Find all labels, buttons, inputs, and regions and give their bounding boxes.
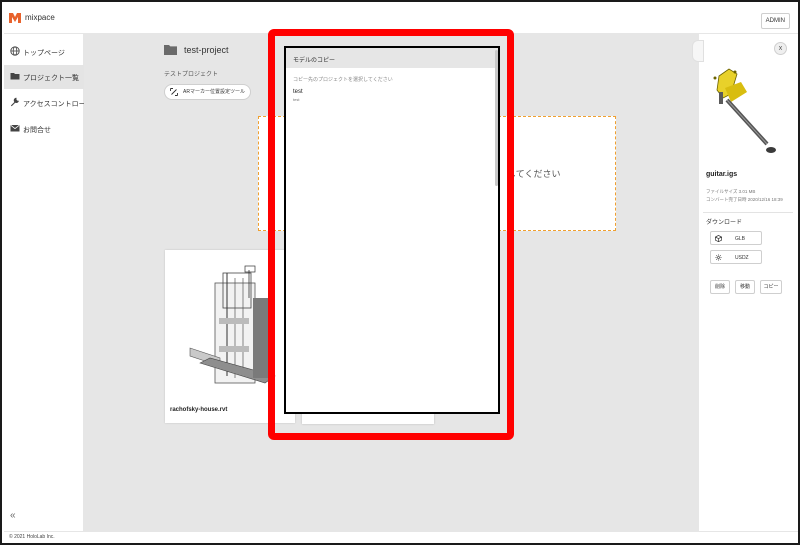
- download-usdz-label: USDZ: [735, 255, 749, 261]
- sparkle-icon: [715, 254, 722, 261]
- project-title: test-project: [184, 45, 229, 55]
- sidebar-item-access-control[interactable]: アクセスコントロール: [4, 91, 93, 115]
- collapse-sidebar-icon[interactable]: «: [10, 510, 16, 521]
- mail-icon: [10, 124, 20, 132]
- dialog-scrollbar[interactable]: [495, 50, 498, 186]
- model-detail-panel: x guitar.igs ファイルサイズ 3.01 MB コンバート完了日時 2…: [692, 34, 798, 531]
- download-usdz-button[interactable]: USDZ: [710, 250, 762, 264]
- destination-project-description: test: [293, 97, 300, 102]
- download-glb-button[interactable]: GLB: [710, 231, 762, 245]
- app-window: mixpace ADMIN トップページ プロジェクト一覧 アクセスコントロール: [0, 0, 800, 545]
- destination-project-item[interactable]: test test: [293, 89, 483, 105]
- footer: © 2021 HoloLab Inc.: [4, 531, 798, 543]
- sidebar-item-contact[interactable]: お問合せ: [4, 117, 84, 141]
- app-name: mixpace: [25, 13, 55, 22]
- ar-marker-icon: [170, 88, 178, 96]
- project-description: テストプロジェクト: [164, 72, 219, 78]
- guitar-thumbnail: [713, 68, 776, 153]
- wrench-icon: [10, 97, 19, 107]
- dialog-header: モデルのコピー: [286, 48, 498, 68]
- sidebar-item-label: プロジェクト一覧: [23, 75, 79, 82]
- sidebar-item-label: トップページ: [23, 50, 65, 57]
- mixpace-logo-icon: [9, 13, 21, 23]
- download-glb-label: GLB: [735, 236, 746, 242]
- file-size: ファイルサイズ 3.01 MB: [706, 189, 756, 194]
- admin-button[interactable]: ADMIN: [760, 13, 790, 29]
- sidebar: トップページ プロジェクト一覧 アクセスコントロール お問合せ «: [4, 34, 93, 531]
- sidebar-item-label: アクセスコントロール: [23, 101, 93, 108]
- destination-project-name: test: [293, 89, 303, 95]
- move-button[interactable]: 移動: [735, 280, 755, 294]
- ar-marker-tool-label: ARマーカー位置設定ツール: [183, 89, 245, 95]
- sidebar-item-label: お問合せ: [23, 127, 51, 134]
- cube-icon: [715, 235, 722, 242]
- globe-icon: [10, 46, 20, 56]
- ar-marker-tool-button[interactable]: ARマーカー位置設定ツール: [164, 84, 251, 100]
- copy-button[interactable]: コピー: [760, 280, 782, 294]
- dialog-hint: コピー先のプロジェクトを選択してください: [293, 77, 393, 83]
- copyright-text: © 2021 HoloLab Inc.: [9, 534, 55, 540]
- file-name: guitar.igs: [706, 171, 738, 178]
- folder-icon: [10, 73, 20, 80]
- close-panel-button[interactable]: x: [774, 42, 787, 55]
- panel-divider: [703, 212, 793, 213]
- sidebar-item-top-page[interactable]: トップページ: [4, 40, 84, 64]
- delete-button[interactable]: 削除: [710, 280, 730, 294]
- copy-model-dialog: モデルのコピー コピー先のプロジェクトを選択してください test test: [284, 46, 500, 414]
- sidebar-item-projects[interactable]: プロジェクト一覧: [4, 65, 84, 89]
- drop-zone-text: してください: [507, 169, 561, 179]
- dialog-title: モデルのコピー: [293, 58, 336, 64]
- converted-at: コンバート完了日時 2020/12/16 18:39: [706, 197, 783, 202]
- download-label: ダウンロード: [706, 220, 743, 226]
- project-folder-icon: [164, 45, 177, 55]
- model-card-title: rachofsky-house.rvt: [170, 407, 228, 413]
- panel-toggle-handle[interactable]: [692, 40, 704, 62]
